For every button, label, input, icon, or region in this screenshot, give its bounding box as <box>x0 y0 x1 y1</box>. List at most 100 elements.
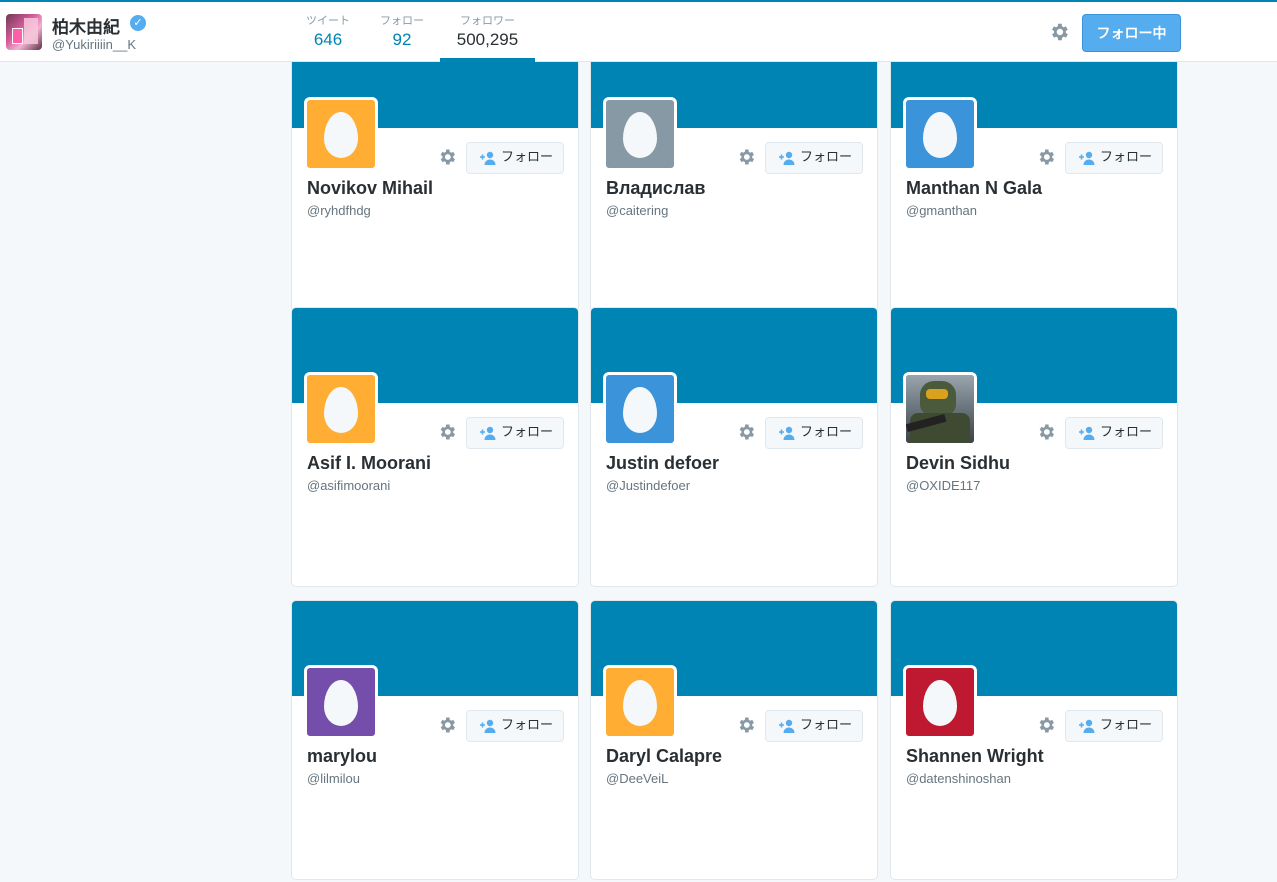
add-user-icon <box>480 426 496 440</box>
user-handle[interactable]: @lilmilou <box>307 771 360 786</box>
stat-followers[interactable]: フォロワー 500,295 <box>440 12 535 50</box>
user-card[interactable]: フォロー Daryl Calapre @DeeVeiL <box>590 600 878 880</box>
follow-button[interactable]: フォロー <box>765 417 863 449</box>
gear-icon[interactable] <box>437 147 457 167</box>
user-handle[interactable]: @OXIDE117 <box>906 478 980 493</box>
follow-label: フォロー <box>1100 425 1153 440</box>
user-avatar[interactable] <box>603 372 677 446</box>
user-name[interactable]: Devin Sidhu <box>906 453 1010 474</box>
follow-label: フォロー <box>800 425 853 440</box>
user-handle[interactable]: @gmanthan <box>906 203 977 218</box>
followers-grid: フォロー Novikov Mihail @ryhdfhdg フォロー Влади… <box>0 62 1277 882</box>
user-card[interactable]: フォロー Manthan N Gala @gmanthan <box>890 62 1178 312</box>
gear-icon[interactable] <box>1048 21 1070 43</box>
user-avatar[interactable] <box>304 97 378 171</box>
egg-avatar-icon <box>923 112 957 158</box>
user-avatar[interactable] <box>903 372 977 446</box>
user-name[interactable]: Shannen Wright <box>906 746 1044 767</box>
egg-avatar-icon <box>623 112 657 158</box>
stat-following-label: フォロー <box>380 14 424 27</box>
avatar-detail <box>24 18 38 44</box>
follow-button[interactable]: フォロー <box>765 710 863 742</box>
follow-label: フォロー <box>1100 718 1153 733</box>
follow-button[interactable]: フォロー <box>466 142 564 174</box>
avatar-detail <box>12 28 23 44</box>
follow-label: フォロー <box>800 150 853 165</box>
gear-icon[interactable] <box>736 422 756 442</box>
user-card[interactable]: フォロー Justin defoer @Justindefoer <box>590 307 878 587</box>
user-avatar[interactable] <box>304 665 378 739</box>
gear-icon[interactable] <box>1036 147 1056 167</box>
user-avatar[interactable] <box>603 665 677 739</box>
gear-icon[interactable] <box>1036 715 1056 735</box>
user-avatar[interactable] <box>304 372 378 446</box>
user-handle[interactable]: @Justindefoer <box>606 478 690 493</box>
user-name[interactable]: Asif I. Moorani <box>307 453 431 474</box>
user-handle[interactable]: @caitering <box>606 203 668 218</box>
user-name[interactable]: marylou <box>307 746 377 767</box>
user-card[interactable]: フォロー marylou @lilmilou <box>291 600 579 880</box>
profile-name[interactable]: 柏木由紀 <box>52 13 120 38</box>
add-user-icon <box>480 719 496 733</box>
stat-following-value: 92 <box>392 30 412 49</box>
user-avatar[interactable] <box>603 97 677 171</box>
egg-avatar-icon <box>623 680 657 726</box>
follow-label: フォロー <box>1100 150 1153 165</box>
gear-icon[interactable] <box>736 147 756 167</box>
user-name[interactable]: Novikov Mihail <box>307 178 433 199</box>
gear-icon[interactable] <box>736 715 756 735</box>
profile-header: 柏木由紀 ✓ @Yukiriiiin__K ツイート 646 フォロー 92 フ… <box>0 2 1277 62</box>
gear-icon[interactable] <box>1036 422 1056 442</box>
follow-label: フォロー <box>800 718 853 733</box>
gear-icon[interactable] <box>437 715 457 735</box>
follow-label: フォロー <box>501 718 554 733</box>
user-card[interactable]: フォロー Novikov Mihail @ryhdfhdg <box>291 62 579 312</box>
add-user-icon <box>1079 719 1095 733</box>
follow-button[interactable]: フォロー <box>1065 142 1163 174</box>
profile-avatar[interactable] <box>6 14 42 50</box>
visor-shape <box>926 389 948 399</box>
follow-button[interactable]: フォロー <box>466 710 564 742</box>
follow-label: フォロー <box>501 425 554 440</box>
follow-button[interactable]: フォロー <box>765 142 863 174</box>
profile-handle[interactable]: @Yukiriiiin__K <box>52 37 136 52</box>
add-user-icon <box>1079 426 1095 440</box>
gear-icon[interactable] <box>437 422 457 442</box>
add-user-icon <box>779 151 795 165</box>
verified-badge-icon: ✓ <box>130 15 146 31</box>
egg-avatar-icon <box>324 680 358 726</box>
user-card[interactable]: フォロー Shannen Wright @datenshinoshan <box>890 600 1178 880</box>
follow-button[interactable]: フォロー <box>466 417 564 449</box>
add-user-icon <box>1079 151 1095 165</box>
add-user-icon <box>779 426 795 440</box>
following-button[interactable]: フォロー中 <box>1082 14 1181 52</box>
user-name[interactable]: Владислав <box>606 178 705 199</box>
user-handle[interactable]: @datenshinoshan <box>906 771 1011 786</box>
user-card[interactable]: フォロー Asif I. Moorani @asifimoorani <box>291 307 579 587</box>
user-handle[interactable]: @asifimoorani <box>307 478 390 493</box>
user-name[interactable]: Justin defoer <box>606 453 719 474</box>
follow-button[interactable]: フォロー <box>1065 417 1163 449</box>
user-avatar[interactable] <box>903 97 977 171</box>
user-avatar[interactable] <box>903 665 977 739</box>
egg-avatar-icon <box>324 387 358 433</box>
armored-soldier-photo <box>906 375 974 443</box>
follow-button[interactable]: フォロー <box>1065 710 1163 742</box>
follow-label: フォロー <box>501 150 554 165</box>
egg-avatar-icon <box>623 387 657 433</box>
user-card[interactable]: フォロー Devin Sidhu @OXIDE117 <box>890 307 1178 587</box>
stat-followers-value: 500,295 <box>456 30 519 49</box>
user-name[interactable]: Manthan N Gala <box>906 178 1042 199</box>
user-handle[interactable]: @DeeVeiL <box>606 771 668 786</box>
stat-following[interactable]: フォロー 92 <box>374 12 430 50</box>
user-card[interactable]: フォロー Владислав @caitering <box>590 62 878 312</box>
add-user-icon <box>779 719 795 733</box>
add-user-icon <box>480 151 496 165</box>
stat-tweets-label: ツイート <box>306 14 350 27</box>
stat-followers-label: フォロワー <box>460 14 515 27</box>
stat-tweets[interactable]: ツイート 646 <box>300 12 356 50</box>
egg-avatar-icon <box>923 680 957 726</box>
user-name[interactable]: Daryl Calapre <box>606 746 722 767</box>
user-handle[interactable]: @ryhdfhdg <box>307 203 371 218</box>
egg-avatar-icon <box>324 112 358 158</box>
